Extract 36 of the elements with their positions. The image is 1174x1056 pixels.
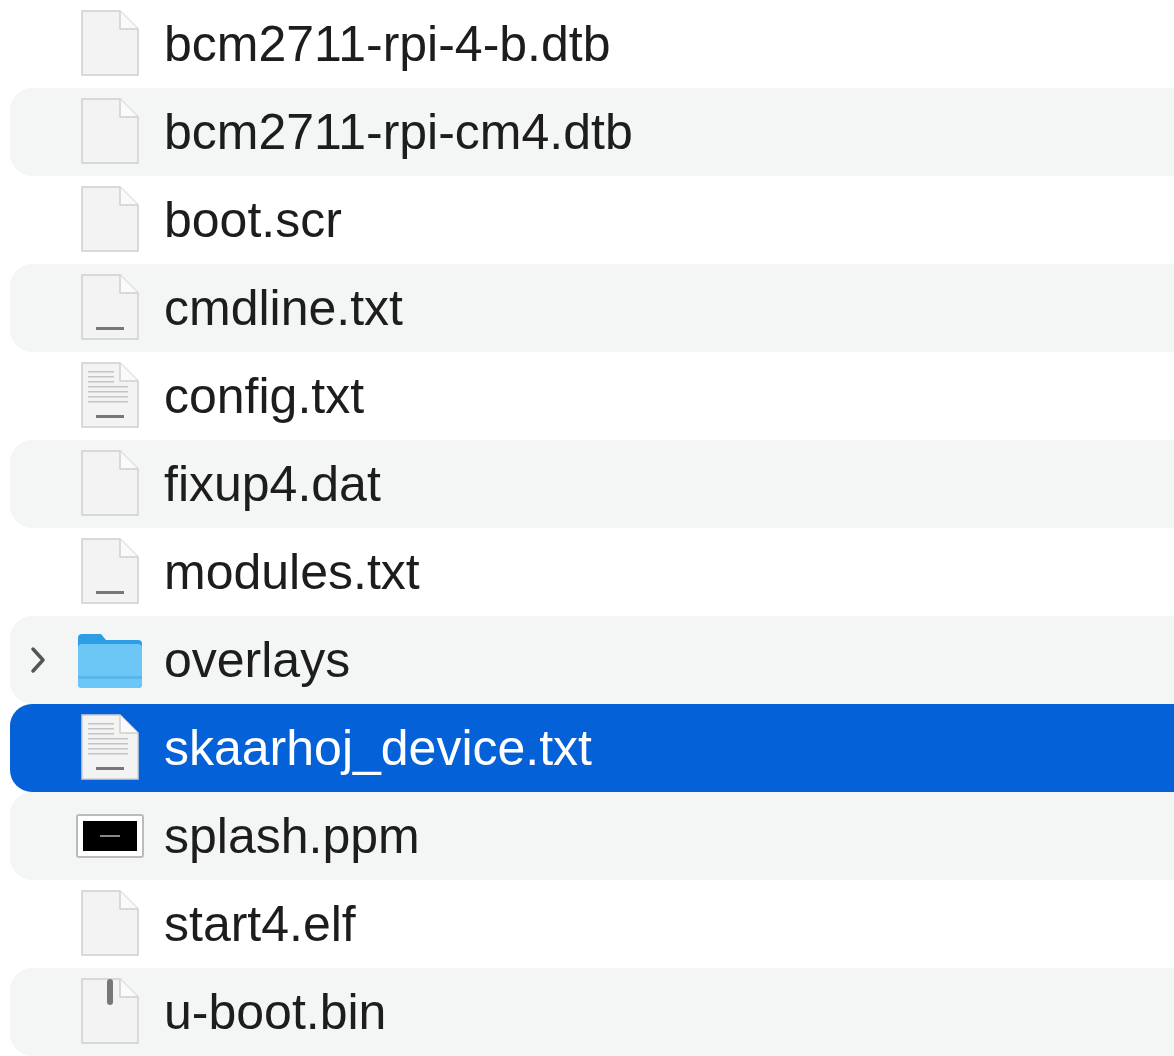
file-row[interactable]: u-boot.bin	[10, 968, 1174, 1056]
document-icon	[80, 449, 140, 519]
file-name: config.txt	[164, 366, 365, 426]
file-name: start4.elf	[164, 894, 356, 954]
file-row[interactable]: cmdline.txt	[10, 264, 1174, 352]
file-name: u-boot.bin	[164, 982, 387, 1042]
file-name: fixup4.dat	[164, 454, 381, 514]
file-name: modules.txt	[164, 542, 420, 602]
file-row[interactable]: boot.scr	[10, 176, 1174, 264]
file-name: splash.ppm	[164, 806, 420, 866]
document-icon	[80, 185, 140, 255]
file-row[interactable]: config.txt	[10, 352, 1174, 440]
file-name: cmdline.txt	[164, 278, 403, 338]
text-file-icon	[80, 713, 140, 783]
file-row[interactable]: skaarhoj_device.txt	[10, 704, 1174, 792]
executable-file-icon	[80, 977, 140, 1047]
file-row[interactable]: overlays	[10, 616, 1174, 704]
file-name: skaarhoj_device.txt	[164, 718, 592, 778]
file-name: overlays	[164, 630, 351, 690]
document-icon	[80, 9, 140, 79]
file-row[interactable]: bcm2711-rpi-cm4.dtb	[10, 88, 1174, 176]
chevron-right-icon[interactable]	[28, 645, 48, 675]
file-row[interactable]: modules.txt	[10, 528, 1174, 616]
file-row[interactable]: fixup4.dat	[10, 440, 1174, 528]
file-row[interactable]: splash.ppm	[10, 792, 1174, 880]
image-file-icon	[75, 812, 145, 860]
text-file-icon	[80, 273, 140, 343]
file-row[interactable]: start4.elf	[10, 880, 1174, 968]
text-file-icon	[80, 361, 140, 431]
text-file-icon	[80, 537, 140, 607]
file-row[interactable]: bcm2711-rpi-4-b.dtb	[10, 0, 1174, 88]
document-icon	[80, 97, 140, 167]
file-name: boot.scr	[164, 190, 342, 250]
file-name: bcm2711-rpi-cm4.dtb	[164, 102, 633, 162]
file-name: bcm2711-rpi-4-b.dtb	[164, 14, 611, 74]
document-icon	[80, 889, 140, 959]
